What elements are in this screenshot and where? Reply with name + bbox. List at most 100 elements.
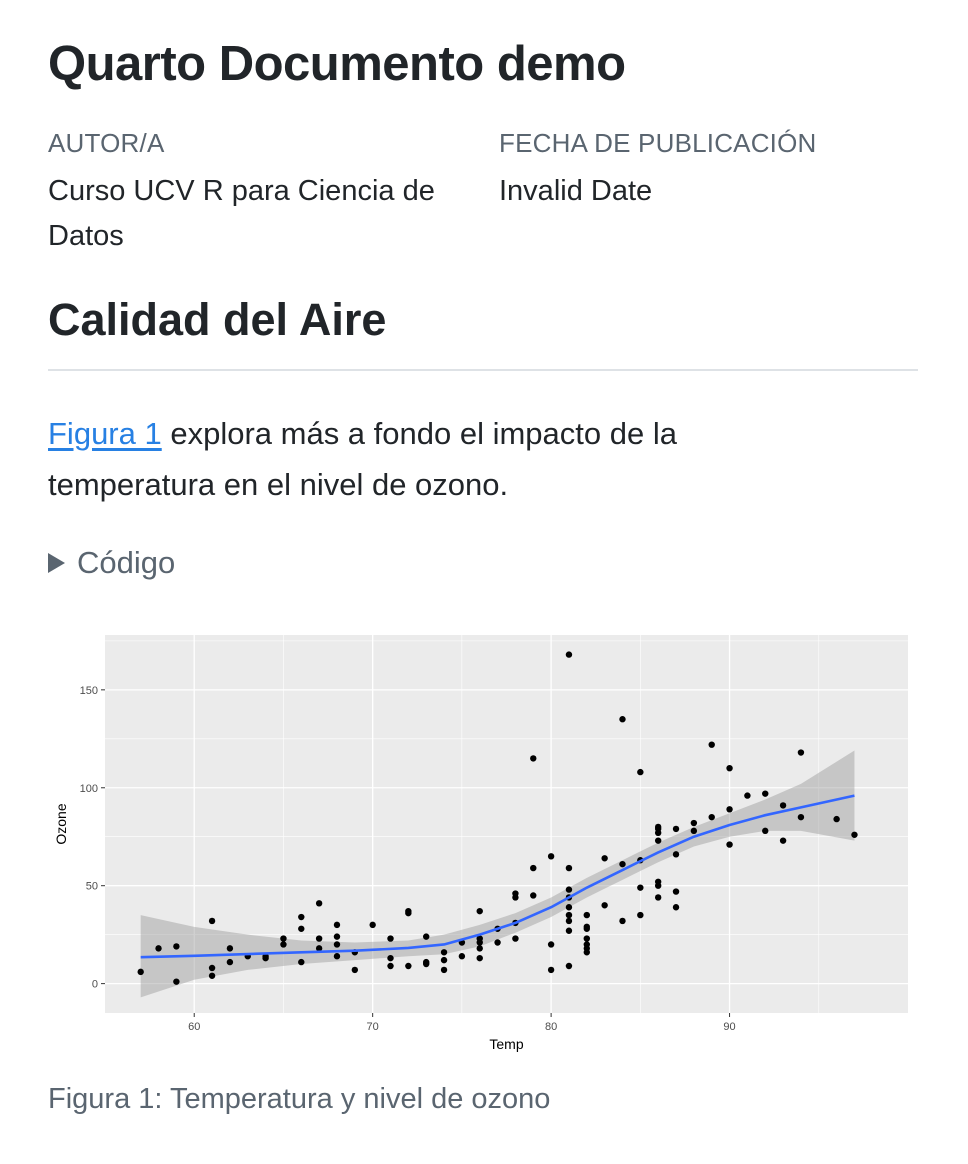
data-point xyxy=(672,825,680,833)
data-point xyxy=(726,841,733,848)
data-point xyxy=(779,802,787,809)
data-point xyxy=(726,806,733,813)
data-point xyxy=(565,886,573,893)
data-point xyxy=(387,962,394,970)
data-point xyxy=(654,878,662,885)
data-point xyxy=(637,911,644,919)
document-title: Quarto Documento demo xyxy=(48,37,626,91)
data-point xyxy=(690,819,698,827)
data-point xyxy=(387,935,394,942)
data-point xyxy=(565,917,573,925)
data-point xyxy=(476,945,483,952)
data-point xyxy=(672,904,680,911)
data-point xyxy=(208,917,216,925)
data-point xyxy=(654,837,662,844)
data-point xyxy=(637,884,644,891)
data-point xyxy=(387,954,394,962)
data-point xyxy=(530,864,537,872)
data-point xyxy=(530,892,537,899)
data-point xyxy=(351,966,359,974)
y-tick-label: 100 xyxy=(80,783,98,795)
data-point xyxy=(779,837,787,844)
data-point xyxy=(298,913,305,921)
author-name: Curso UCV R para Ciencia de Datos xyxy=(48,175,435,252)
data-point xyxy=(708,813,715,821)
data-point xyxy=(208,972,216,979)
data-point xyxy=(333,941,341,948)
data-point xyxy=(726,764,733,772)
data-point xyxy=(654,894,662,901)
code-toggle-label: Código xyxy=(77,545,176,580)
author-label: AUTOR/A xyxy=(48,128,165,158)
data-point xyxy=(137,968,144,976)
data-point xyxy=(298,958,305,966)
data-point xyxy=(173,943,180,950)
date-block: FECHA DE PUBLICACIÓN Invalid Date xyxy=(499,128,919,214)
ozone-temp-chart: 60 70 80 90 0 50 100 150 Temp Ozone xyxy=(53,635,908,1052)
data-point xyxy=(565,927,573,934)
data-point xyxy=(690,827,698,835)
data-point xyxy=(583,911,590,919)
data-point xyxy=(565,962,573,970)
y-tick-label: 50 xyxy=(86,881,98,893)
data-point xyxy=(708,741,715,748)
data-point xyxy=(530,755,537,762)
data-point xyxy=(672,888,680,895)
data-point xyxy=(315,900,323,907)
x-axis-title: Temp xyxy=(489,1036,523,1052)
data-point xyxy=(226,945,234,952)
data-point xyxy=(762,827,769,835)
data-point xyxy=(512,935,519,942)
section-title: Calidad del Aire xyxy=(48,294,387,345)
data-point xyxy=(226,958,234,966)
data-point xyxy=(547,853,555,860)
data-point xyxy=(440,956,448,964)
data-point xyxy=(851,831,858,838)
data-point xyxy=(423,933,430,940)
data-point xyxy=(333,933,341,940)
section-divider xyxy=(48,369,918,371)
author-block: AUTOR/A Curso UCV R para Ciencia de Dato… xyxy=(48,128,468,259)
data-point xyxy=(637,768,644,776)
data-point xyxy=(547,966,555,974)
data-point xyxy=(333,921,341,929)
data-point xyxy=(583,941,590,948)
data-point xyxy=(476,907,483,915)
data-point xyxy=(583,935,590,942)
data-point xyxy=(280,935,287,942)
x-tick-label: 70 xyxy=(367,1021,379,1033)
data-point xyxy=(619,917,626,925)
figure-link[interactable]: Figura 1 xyxy=(48,416,162,451)
data-point xyxy=(565,864,573,872)
disclosure-triangle-icon xyxy=(48,553,65,573)
x-tick-label: 80 xyxy=(545,1021,557,1033)
x-tick-label: 60 xyxy=(188,1021,200,1033)
data-point xyxy=(744,792,751,799)
data-point xyxy=(440,949,448,956)
y-tick-label: 0 xyxy=(92,979,98,991)
data-point xyxy=(797,749,805,756)
date-label: FECHA DE PUBLICACIÓN xyxy=(499,128,817,158)
data-point xyxy=(423,958,430,966)
data-point xyxy=(208,964,216,972)
data-point xyxy=(369,921,376,929)
data-point xyxy=(476,954,483,962)
data-point xyxy=(833,815,840,823)
data-point xyxy=(601,855,608,862)
data-point xyxy=(333,953,341,960)
intro-paragraph: Figura 1 explora más a fondo el impacto … xyxy=(48,408,808,510)
data-point xyxy=(155,945,162,952)
data-point xyxy=(440,966,448,974)
data-point xyxy=(672,851,680,858)
data-point xyxy=(583,923,590,931)
data-point xyxy=(512,890,519,897)
y-axis-title: Ozone xyxy=(53,803,69,844)
data-point xyxy=(458,953,466,960)
figure-caption: Figura 1: Temperatura y nivel de ozono xyxy=(48,1083,551,1115)
code-fold-toggle[interactable]: Código xyxy=(48,545,175,581)
data-point xyxy=(173,978,180,985)
data-point xyxy=(298,925,305,932)
data-point xyxy=(494,939,501,946)
publication-date: Invalid Date xyxy=(499,175,653,207)
data-point xyxy=(405,962,412,970)
